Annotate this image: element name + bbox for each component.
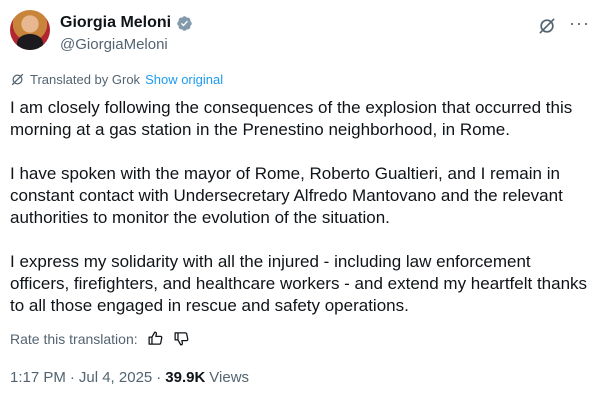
- handle[interactable]: @GiorgiaMeloni: [60, 36, 168, 53]
- tweet-paragraph: I am closely following the consequences …: [10, 98, 573, 139]
- meta-separator: ·: [69, 369, 75, 386]
- tweet-text: I am closely following the consequences …: [10, 97, 590, 339]
- grok-icon[interactable]: [537, 16, 557, 36]
- translated-by-label: Translated by Grok: [30, 72, 141, 87]
- tweet-time[interactable]: 1:17 PM: [10, 369, 66, 386]
- avatar[interactable]: [10, 10, 50, 50]
- tweet-meta: 1:17 PM · Jul 4, 2025 · 39.9K Views: [10, 369, 249, 386]
- tweet-paragraph: I express my solidarity with all the inj…: [10, 252, 588, 315]
- thumbs-up-icon[interactable]: [147, 330, 164, 347]
- rate-translation-label: Rate this translation:: [10, 330, 138, 347]
- meta-separator: ·: [156, 369, 162, 386]
- name-row: Giorgia Meloni: [60, 14, 193, 32]
- views-label: Views: [209, 369, 250, 386]
- more-options-icon[interactable]: ···: [569, 14, 590, 32]
- tweet-date[interactable]: Jul 4, 2025: [79, 369, 152, 386]
- rate-translation-row: Rate this translation:: [10, 330, 190, 347]
- thumbs-down-icon[interactable]: [173, 330, 190, 347]
- verified-badge-icon: [177, 15, 192, 31]
- views-count: 39.9K: [165, 369, 206, 386]
- tweet-header: Giorgia Meloni @GiorgiaMeloni ···: [10, 10, 590, 58]
- grok-translate-icon: [11, 73, 24, 86]
- tweet-paragraph: I have spoken with the mayor of Rome, Ro…: [10, 164, 563, 227]
- display-name[interactable]: Giorgia Meloni: [60, 14, 171, 32]
- translation-bar: Translated by Grok Show original: [10, 72, 223, 87]
- show-original-link[interactable]: Show original: [145, 72, 223, 87]
